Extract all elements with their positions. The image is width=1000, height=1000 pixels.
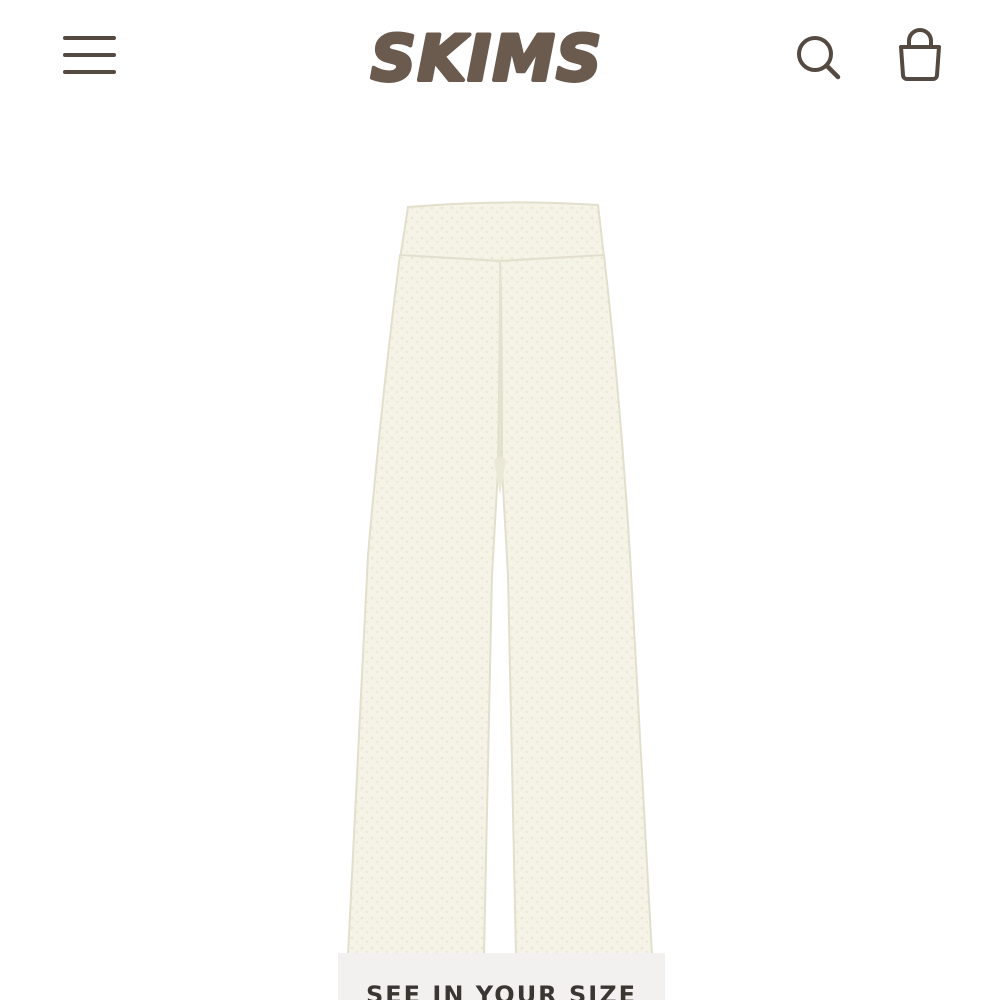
search-button[interactable] (790, 30, 846, 86)
see-in-your-size-button[interactable]: SEE IN YOUR SIZE (338, 953, 665, 1000)
menu-button[interactable] (60, 34, 120, 78)
see-in-your-size-label: SEE IN YOUR SIZE (365, 981, 638, 1000)
shopping-bag-icon (899, 28, 941, 81)
menu-bar (63, 53, 116, 57)
cart-button[interactable] (892, 27, 948, 87)
site-header: SKIMS (0, 0, 1000, 115)
skims-logo[interactable]: SKIMS (365, 20, 610, 97)
search-icon (797, 36, 841, 80)
menu-bar (63, 70, 116, 74)
menu-bar (63, 36, 116, 40)
cozy-knit-pants-image (346, 201, 654, 956)
logo-text: SKIMS (371, 22, 603, 92)
product-page: SKIMS SEE IN YOUR SIZE (0, 0, 1000, 1000)
skims-wordmark: SKIMS (369, 20, 603, 97)
product-image[interactable] (330, 195, 670, 1000)
